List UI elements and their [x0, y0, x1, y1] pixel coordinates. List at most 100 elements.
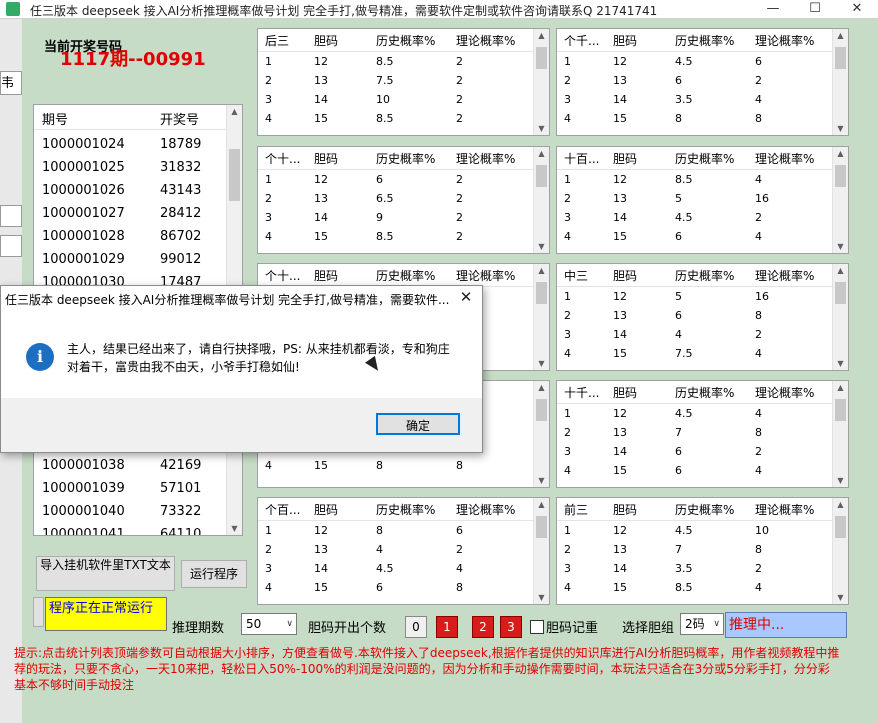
grid-scrollbar[interactable]: ▲ ▼ [832, 264, 848, 370]
grid-scrollbar[interactable]: ▲ ▼ [832, 147, 848, 253]
history-row[interactable]: 1000001028 86702 [42, 229, 201, 244]
import-txt-button[interactable]: 导入挂机软件里TXT文本 [36, 556, 175, 591]
grid-title[interactable]: 后三 [258, 29, 307, 52]
grid-row[interactable]: 2 13 6.5 2 [258, 189, 549, 208]
grid-row[interactable]: 3 14 4.5 4 [258, 559, 549, 578]
grid-col-dan[interactable]: 胆码 [307, 264, 369, 287]
scroll-up-icon[interactable]: ▲ [833, 500, 848, 509]
grid-row[interactable]: 2 13 7 8 [557, 423, 848, 442]
stat-grid[interactable]: 个十... 胆码 历史概率% 理论概率% 1 12 6 2 2 13 6.5 2 3 14 9 2 4 15 8.5… [257, 146, 550, 254]
maximize-button[interactable]: ☐ [800, 0, 830, 18]
scroll-up-icon[interactable]: ▲ [534, 500, 549, 509]
grid-col-dan[interactable]: 胆码 [307, 147, 369, 170]
grid-title[interactable]: 十百... [557, 147, 606, 170]
minimize-button[interactable]: — [758, 0, 788, 18]
grid-row[interactable]: 2 13 5 16 [557, 189, 848, 208]
scroll-up-icon[interactable]: ▲ [227, 107, 242, 116]
scroll-up-icon[interactable]: ▲ [833, 266, 848, 275]
history-row[interactable]: 1000001039 57101 [42, 481, 201, 496]
history-row[interactable]: 1000001038 42169 [42, 458, 201, 473]
grid-col-dan[interactable]: 胆码 [606, 381, 668, 404]
grid-row[interactable]: 2 13 6 8 [557, 306, 848, 325]
grid-row[interactable]: 4 15 6 4 [557, 227, 848, 246]
history-row[interactable]: 1000001041 64110 [42, 527, 201, 535]
stat-grid[interactable]: 前三 胆码 历史概率% 理论概率% 1 12 4.5 10 2 13 7 8 3 14 3.5 2 4 15 8.5… [556, 497, 849, 605]
stat-grid[interactable]: 后三 胆码 历史概率% 理论概率% 1 12 8.5 2 2 13 7.5 2 3 14 10 2 4 15 8.5… [257, 28, 550, 136]
grid-title[interactable]: 个千... [557, 29, 606, 52]
scroll-up-icon[interactable]: ▲ [833, 149, 848, 158]
history-col-number[interactable]: 开奖号 [160, 109, 199, 128]
scroll-up-icon[interactable]: ▲ [534, 266, 549, 275]
grid-row[interactable]: 1 12 8 6 [258, 521, 549, 541]
periods-select[interactable]: 50 ∨ [241, 613, 297, 635]
grid-row[interactable]: 1 12 4.5 10 [557, 521, 848, 541]
grid-row[interactable]: 1 12 8.5 2 [258, 52, 549, 72]
grid-title[interactable]: 中三 [557, 264, 606, 287]
grid-scrollbar[interactable]: ▲ ▼ [832, 498, 848, 604]
stat-grid[interactable]: 个百... 胆码 历史概率% 理论概率% 1 12 8 6 2 13 4 2 3 14 4.5 4 4 15 6 8 ▲… [257, 497, 550, 605]
history-row[interactable]: 1000001026 43143 [42, 183, 201, 198]
grid-title[interactable]: 前三 [557, 498, 606, 521]
grid-scrollbar[interactable]: ▲ ▼ [533, 147, 549, 253]
scroll-down-icon[interactable]: ▼ [833, 593, 848, 602]
history-row[interactable]: 1000001024 18789 [42, 137, 201, 152]
grid-row[interactable]: 4 15 8.5 2 [258, 227, 549, 246]
grid-scrollbar[interactable]: ▲ ▼ [832, 29, 848, 135]
history-row[interactable]: 1000001027 28412 [42, 206, 201, 221]
scroll-up-icon[interactable]: ▲ [833, 383, 848, 392]
grid-col-dan[interactable]: 胆码 [606, 498, 668, 521]
scroll-down-icon[interactable]: ▼ [534, 593, 549, 602]
grid-row[interactable]: 1 12 8.5 4 [557, 170, 848, 190]
grid-row[interactable]: 3 14 9 2 [258, 208, 549, 227]
grid-col-dan[interactable]: 胆码 [606, 147, 668, 170]
grid-scrollbar[interactable]: ▲ ▼ [533, 498, 549, 604]
grid-title[interactable]: 个十... [258, 264, 307, 287]
history-col-issue[interactable]: 期号 [42, 109, 160, 128]
close-icon[interactable]: ✕ [457, 288, 475, 308]
grid-row[interactable]: 3 14 4.5 2 [557, 208, 848, 227]
grid-row[interactable]: 4 15 8 8 [557, 109, 848, 128]
grid-row[interactable]: 3 14 10 2 [258, 90, 549, 109]
grid-row[interactable]: 1 12 5 16 [557, 287, 848, 307]
grid-row[interactable]: 1 12 6 2 [258, 170, 549, 190]
grid-row[interactable]: 1 12 4.5 4 [557, 404, 848, 424]
scroll-down-icon[interactable]: ▼ [833, 242, 848, 251]
grid-col-history[interactable]: 历史概率% [369, 264, 449, 287]
grid-row[interactable]: 1 12 4.5 6 [557, 52, 848, 72]
count-button-3[interactable]: 3 [500, 616, 522, 638]
stat-grid[interactable]: 十千... 胆码 历史概率% 理论概率% 1 12 4.5 4 2 13 7 8 3 14 6 2 4 15 6 4 ▲… [556, 380, 849, 488]
grid-col-dan[interactable]: 胆码 [606, 264, 668, 287]
grid-col-history[interactable]: 历史概率% [668, 381, 748, 404]
grid-row[interactable]: 2 13 7.5 2 [258, 71, 549, 90]
grid-scrollbar[interactable]: ▲ ▼ [533, 264, 549, 370]
grid-row[interactable]: 3 14 6 2 [557, 442, 848, 461]
grid-col-history[interactable]: 历史概率% [668, 264, 748, 287]
stat-grid[interactable]: 个千... 胆码 历史概率% 理论概率% 1 12 4.5 6 2 13 6 2 3 14 3.5 4 4 15 8… [556, 28, 849, 136]
grid-col-history[interactable]: 历史概率% [369, 147, 449, 170]
grid-row[interactable]: 4 15 7.5 4 [557, 344, 848, 363]
grid-scrollbar[interactable]: ▲ ▼ [832, 381, 848, 487]
grid-row[interactable]: 4 15 6 8 [258, 578, 549, 597]
scroll-down-icon[interactable]: ▼ [534, 359, 549, 368]
grid-row[interactable]: 3 14 4 2 [557, 325, 848, 344]
grid-row[interactable]: 2 13 7 8 [557, 540, 848, 559]
grid-row[interactable]: 4 15 8.5 4 [557, 578, 848, 597]
scroll-down-icon[interactable]: ▼ [534, 124, 549, 133]
record-checkbox[interactable] [530, 620, 544, 634]
stat-grid[interactable]: 中三 胆码 历史概率% 理论概率% 1 12 5 16 2 13 6 8 3 14 4 2 4 15 7.5 4 ▲ ▼ [556, 263, 849, 371]
grid-col-dan[interactable]: 胆码 [606, 29, 668, 52]
grid-col-dan[interactable]: 胆码 [307, 29, 369, 52]
scroll-up-icon[interactable]: ▲ [833, 31, 848, 40]
scroll-up-icon[interactable]: ▲ [534, 31, 549, 40]
grid-row[interactable]: 2 13 4 2 [258, 540, 549, 559]
count-button-1[interactable]: 1 [436, 616, 458, 638]
grid-title[interactable]: 十千... [557, 381, 606, 404]
history-row[interactable]: 1000001029 99012 [42, 252, 201, 267]
grid-row[interactable]: 3 14 3.5 4 [557, 90, 848, 109]
grid-col-dan[interactable]: 胆码 [307, 498, 369, 521]
count-button-0[interactable]: 0 [405, 616, 427, 638]
scroll-down-icon[interactable]: ▼ [833, 476, 848, 485]
scroll-down-icon[interactable]: ▼ [534, 242, 549, 251]
grid-col-history[interactable]: 历史概率% [369, 29, 449, 52]
grid-row[interactable]: 4 15 8.5 2 [258, 109, 549, 128]
